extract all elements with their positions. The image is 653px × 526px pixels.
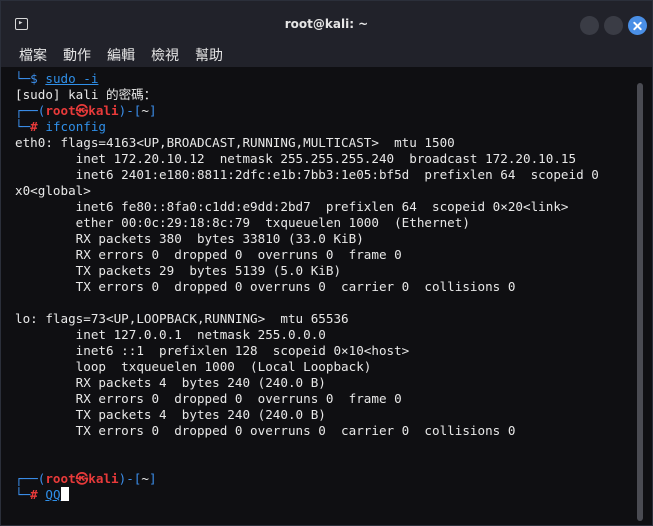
prompt-header: ┌──(root㉿kali)-[~] xyxy=(15,103,157,118)
output-line: eth0: flags=4163<UP,BROADCAST,RUNNING,MU… xyxy=(15,135,455,150)
output-line: inet6 fe80::8fa0:c1dd:e9dd:2bd7 prefixle… xyxy=(15,199,569,214)
output-line: TX packets 29 bytes 5139 (5.0 KiB) xyxy=(15,263,342,278)
menu-view[interactable]: 檢視 xyxy=(151,45,179,65)
output-line: TX errors 0 dropped 0 overruns 0 carrier… xyxy=(15,279,516,294)
output-line: RX packets 4 bytes 240 (240.0 B) xyxy=(15,375,326,390)
menu-edit[interactable]: 編輯 xyxy=(107,45,135,65)
close-button[interactable] xyxy=(628,16,647,35)
output-line: loop txqueuelen 1000 (Local Loopback) xyxy=(15,359,372,374)
menu-help[interactable]: 幫助 xyxy=(195,45,223,65)
prompt-line: └─# ifconfig xyxy=(15,119,107,134)
maximize-button[interactable] xyxy=(604,16,623,35)
menu-actions[interactable]: 動作 xyxy=(63,45,91,65)
output-line: inet 172.20.10.12 netmask 255.255.255.24… xyxy=(15,151,577,166)
menu-file[interactable]: 檔案 xyxy=(19,45,47,65)
output-line: TX errors 0 dropped 0 overruns 0 carrier… xyxy=(15,423,516,438)
output-line: inet 127.0.0.1 netmask 255.0.0.0 xyxy=(15,327,326,342)
output-line: RX errors 0 dropped 0 overruns 0 frame 0 xyxy=(15,247,402,262)
output-line: inet6 2401:e180:8811:2dfc:e1b:7bb3:1e05:… xyxy=(15,167,599,182)
terminal-window: ▸ root@kali: ~ 檔案 動作 編輯 檢視 幫助 └─$ sudo -… xyxy=(0,0,653,526)
command-input[interactable]: QQ xyxy=(45,487,60,502)
output-line: RX packets 380 bytes 33810 (33.0 KiB) xyxy=(15,231,364,246)
menu-bar: 檔案 動作 編輯 檢視 幫助 xyxy=(1,39,652,67)
command-text: sudo -i xyxy=(45,71,99,86)
text-cursor xyxy=(60,487,69,501)
prompt-line[interactable]: └─# QQ xyxy=(15,487,69,503)
output-line: ether 00:0c:29:18:8c:79 txqueuelen 1000 … xyxy=(15,215,470,230)
prompt-header: ┌──(root㉿kali)-[~] xyxy=(15,471,157,486)
command-text: ifconfig xyxy=(45,119,107,134)
output-line: inet6 ::1 prefixlen 128 scopeid 0×10<hos… xyxy=(15,343,410,358)
output-line: TX packets 4 bytes 240 (240.0 B) xyxy=(15,407,326,422)
output-line: RX errors 0 dropped 0 overruns 0 frame 0 xyxy=(15,391,402,406)
terminal-line: └─$ sudo -i xyxy=(15,71,99,86)
terminal-line: [sudo] kali 的密碼： xyxy=(15,87,157,102)
scrollbar[interactable] xyxy=(637,83,643,521)
window-title: root@kali: ~ xyxy=(284,17,369,31)
minimize-button[interactable] xyxy=(580,16,599,35)
title-bar[interactable]: ▸ root@kali: ~ xyxy=(1,1,652,39)
output-line: x0<global> xyxy=(15,183,91,198)
output-line: lo: flags=73<UP,LOOPBACK,RUNNING> mtu 65… xyxy=(15,311,349,326)
terminal-output[interactable]: └─$ sudo -i [sudo] kali 的密碼： ┌──(root㉿ka… xyxy=(1,67,629,525)
